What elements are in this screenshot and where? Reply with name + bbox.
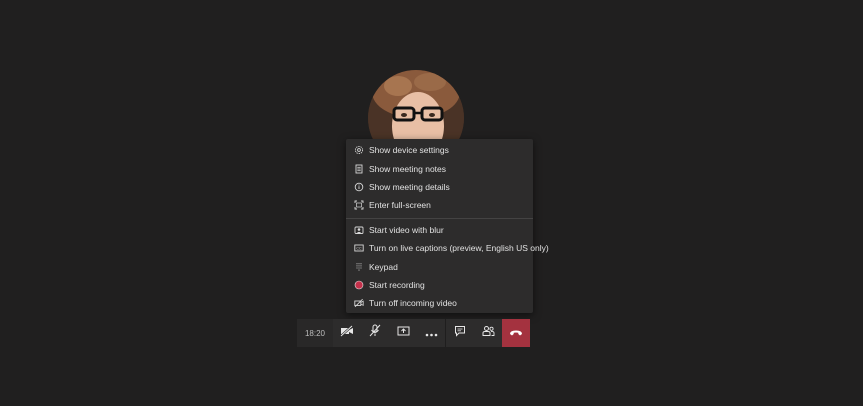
info-icon — [354, 182, 364, 192]
camera-toggle-button[interactable] — [333, 319, 361, 347]
menu-divider — [346, 217, 533, 219]
menu-item-device-settings[interactable]: Show device settings — [346, 141, 533, 159]
fullscreen-icon — [354, 200, 364, 210]
menu-item-label: Show device settings — [369, 145, 449, 156]
menu-item-keypad[interactable]: Keypad — [346, 257, 533, 275]
participants-button[interactable] — [474, 319, 502, 347]
menu-item-label: Enter full-screen — [369, 200, 431, 211]
share-screen-button[interactable] — [389, 319, 417, 347]
menu-item-label: Show meeting details — [369, 181, 450, 192]
menu-item-label: Keypad — [369, 261, 398, 272]
keypad-icon — [354, 262, 364, 272]
menu-item-start-recording[interactable]: Start recording — [346, 276, 533, 294]
menu-item-label: Start recording — [369, 279, 425, 290]
menu-item-meeting-notes[interactable]: Show meeting notes — [346, 159, 533, 177]
menu-item-incoming-video-off[interactable]: Turn off incoming video — [346, 294, 533, 312]
chat-button[interactable] — [446, 319, 474, 347]
hang-up-icon — [509, 324, 523, 342]
svg-text:CC: CC — [356, 247, 362, 251]
more-actions-button[interactable] — [417, 319, 445, 347]
notes-icon — [354, 164, 364, 174]
mic-toggle-button[interactable] — [361, 319, 389, 347]
menu-item-label: Turn on live captions (preview, English … — [369, 243, 549, 254]
camera-off-icon — [340, 324, 354, 342]
menu-item-label: Turn off incoming video — [369, 298, 457, 309]
menu-item-full-screen[interactable]: Enter full-screen — [346, 196, 533, 214]
record-icon — [354, 280, 364, 290]
share-screen-icon — [397, 324, 410, 342]
meeting-stage: Show device settings Show meeting notes … — [0, 0, 863, 406]
chat-icon — [454, 324, 466, 342]
more-icon — [425, 324, 438, 342]
blur-icon — [354, 225, 364, 235]
gear-icon — [354, 145, 364, 155]
call-controls-bar: 18:20 — [297, 319, 530, 347]
participants-icon — [482, 324, 495, 342]
menu-item-label: Start video with blur — [369, 224, 444, 235]
secondary-controls — [446, 319, 530, 347]
menu-item-video-blur[interactable]: Start video with blur — [346, 221, 533, 239]
mic-off-icon — [369, 324, 381, 342]
hang-up-button[interactable] — [502, 319, 530, 347]
primary-controls — [333, 319, 445, 347]
call-duration: 18:20 — [297, 319, 333, 347]
menu-item-label: Show meeting notes — [369, 163, 447, 174]
video-off-icon — [354, 298, 364, 308]
menu-item-live-captions[interactable]: CC Turn on live captions (preview, Engli… — [346, 239, 549, 257]
captions-icon: CC — [354, 243, 364, 253]
menu-item-meeting-details[interactable]: Show meeting details — [346, 178, 533, 196]
more-actions-menu: Show device settings Show meeting notes … — [346, 139, 549, 313]
